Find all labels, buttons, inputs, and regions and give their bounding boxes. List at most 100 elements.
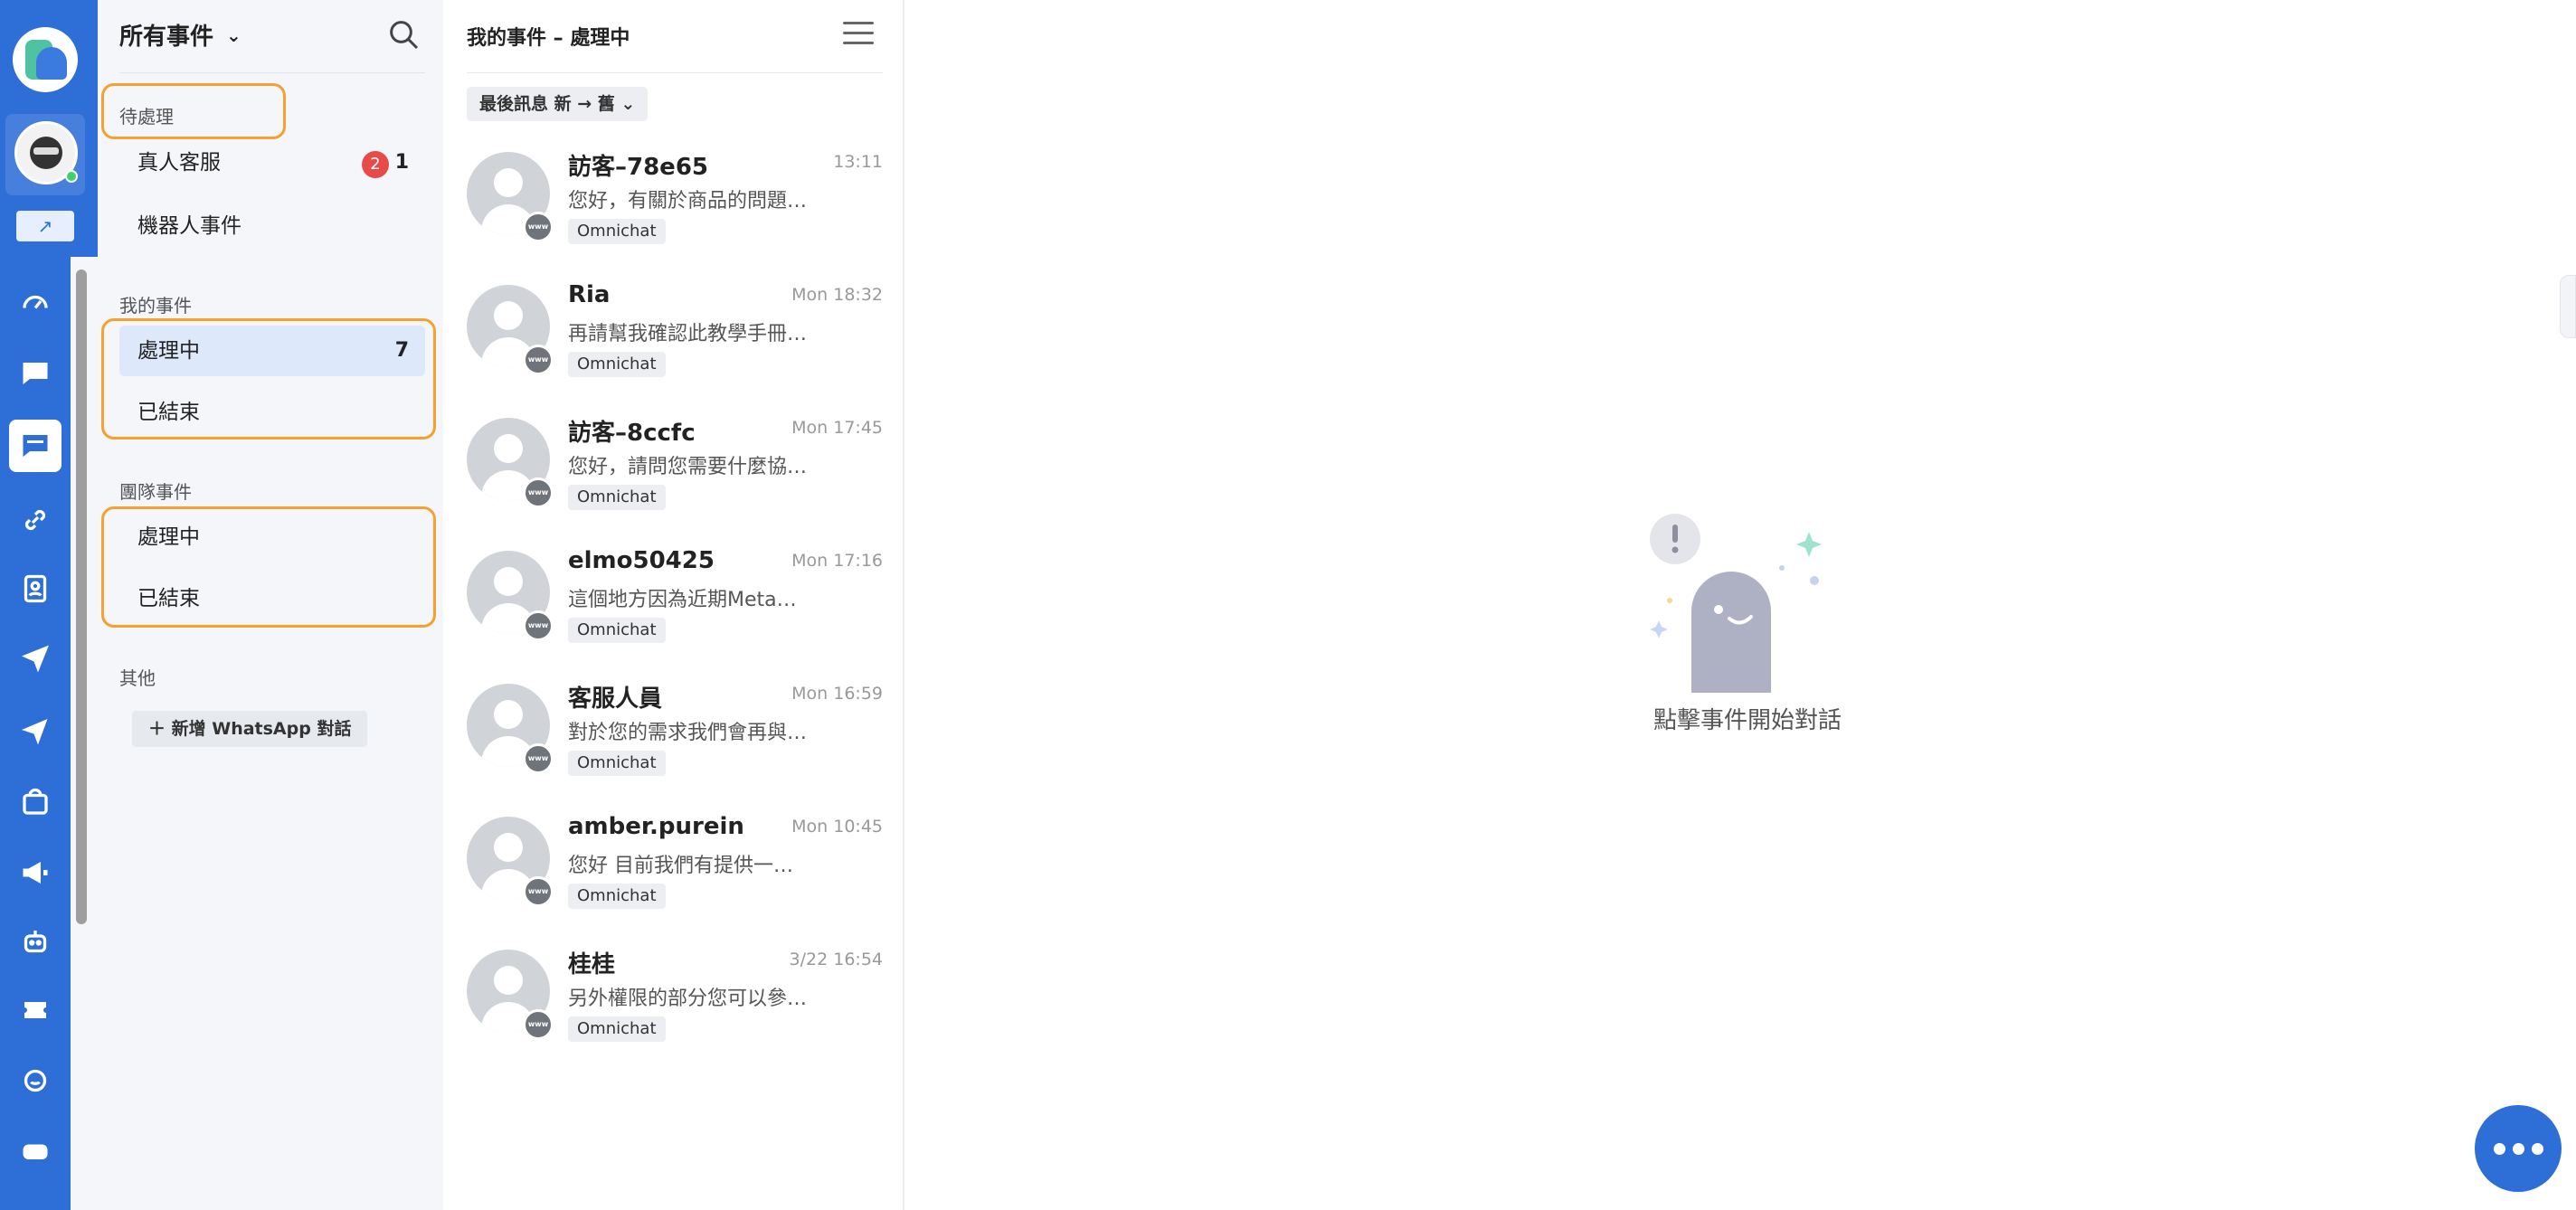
list-title: 我的事件 – 處理中 (467, 27, 630, 50)
game-icon[interactable] (9, 1125, 62, 1177)
nav-title: 所有事件 (119, 24, 214, 51)
web-channel-icon: www (523, 1009, 554, 1040)
message-preview: 再請幫我確認此教學手冊… (568, 323, 808, 345)
contact-name: 訪客–8ccfc (568, 420, 696, 447)
rail-scrollbar[interactable] (76, 269, 87, 924)
channel-tag: Omnichat (568, 485, 666, 510)
link-icon[interactable] (9, 494, 62, 546)
message-time: 13:11 (833, 152, 883, 172)
contacts-icon[interactable] (9, 562, 62, 615)
menu-icon[interactable] (843, 22, 874, 45)
sort-label: 最後訊息 新 → 舊 (479, 94, 615, 114)
chat-widget-button[interactable] (2475, 1105, 2562, 1192)
nav-item-live-agent[interactable]: 真人客服 2 1 (119, 137, 425, 188)
divider (119, 72, 425, 73)
nav-item-label: 處理中 (137, 339, 200, 363)
contact-name: amber.purein (568, 813, 744, 840)
event-nav-panel: 所有事件 ⌄ 待處理 真人客服 2 1 機器人事件 我的事件 處理中 7 已結束… (98, 0, 443, 1210)
ticket-icon[interactable] (9, 984, 62, 1036)
unread-badge: 2 (362, 151, 389, 178)
web-channel-icon: www (523, 345, 554, 375)
nav-item-label: 機器人事件 (137, 214, 242, 238)
megaphone-icon[interactable] (9, 846, 62, 899)
channel-tag: Omnichat (568, 352, 666, 377)
add-whatsapp-conversation-button[interactable]: ＋ 新增 WhatsApp 對話 (132, 711, 368, 747)
message-time: Mon 16:59 (791, 684, 883, 704)
message-time: Mon 18:32 (791, 285, 883, 305)
message-time: Mon 17:45 (791, 418, 883, 438)
channel-tag: Omnichat (568, 884, 666, 909)
nav-item-mine-closed[interactable]: 已結束 (119, 387, 425, 438)
search-icon[interactable] (385, 16, 421, 52)
channel-tag: Omnichat (568, 751, 666, 776)
app-root: ↗ 所有事件 ⌄ 待處理 真人客服 2 1 機器人事件 我的事件 處理中 7 已… (0, 0, 2576, 1210)
message-preview: 對於您的需求我們會再與… (568, 722, 808, 744)
conversation-item[interactable]: www Ria Mon 18:32 再請幫我確認此教學手冊… Omnichat (467, 269, 883, 395)
user-profile[interactable] (5, 114, 85, 195)
nav-item-label: 真人客服 (137, 151, 221, 175)
contact-name: 訪客–78e65 (568, 154, 708, 181)
online-status-dot (65, 170, 78, 183)
chevron-down-icon: ⌄ (226, 24, 242, 46)
section-label-pending: 待處理 (119, 106, 174, 128)
contact-name: elmo50425 (568, 547, 715, 574)
nav-item-mine-processing[interactable]: 處理中 7 (119, 326, 425, 376)
chevron-down-icon: ⌄ (620, 94, 636, 114)
omnichat-logo[interactable] (13, 27, 78, 92)
channel-tag: Omnichat (568, 618, 666, 643)
dashboard-icon[interactable] (9, 275, 62, 327)
agent-icon[interactable] (9, 1054, 62, 1107)
message-preview: 您好，有關於商品的問題… (568, 190, 808, 213)
conversation-item[interactable]: www 桂桂 3/22 16:54 另外權限的部分您可以參… Omnichat (467, 933, 883, 1060)
empty-state-illustration (1650, 514, 1822, 693)
message-preview: 另外權限的部分您可以參… (568, 988, 808, 1010)
conversation-item[interactable]: www amber.purein Mon 10:45 您好 目前我們有提供一… Omni… (467, 800, 883, 927)
web-channel-icon: www (523, 477, 554, 508)
section-label-mine: 我的事件 (119, 295, 192, 317)
nav-item-team-closed[interactable]: 已結束 (119, 573, 425, 624)
chat-icon[interactable] (9, 347, 62, 400)
message-time: Mon 10:45 (791, 817, 883, 837)
plus-icon: ＋ (148, 719, 172, 739)
nav-item-count: 7 (394, 339, 409, 362)
web-channel-icon: www (523, 212, 554, 242)
rail-header: ↗ (0, 0, 98, 257)
trend-icon[interactable]: ↗ (16, 211, 74, 241)
web-channel-icon: www (523, 743, 554, 774)
web-channel-icon: www (523, 610, 554, 641)
broadcast-send-icon[interactable] (9, 704, 62, 756)
channel-tag: Omnichat (568, 1016, 666, 1042)
nav-item-label: 處理中 (137, 525, 200, 549)
conversation-item[interactable]: www elmo50425 Mon 17:16 這個地方因為近期Meta… Omnich… (467, 534, 883, 661)
section-label-team: 團隊事件 (119, 481, 192, 503)
web-channel-icon: www (523, 876, 554, 907)
sort-dropdown[interactable]: 最後訊息 新 → 舊 ⌄ (467, 87, 649, 121)
channel-tag: Omnichat (568, 219, 666, 244)
message-time: 3/22 16:54 (789, 950, 883, 969)
contact-name: 桂桂 (568, 951, 616, 978)
contact-name: Ria (568, 281, 611, 308)
nav-item-bot-events[interactable]: 機器人事件 (119, 201, 425, 251)
conversation-item[interactable]: www 客服人員 Mon 16:59 對於您的需求我們會再與… Omnichat (467, 667, 883, 794)
divider (467, 72, 883, 73)
message-time: Mon 17:16 (791, 551, 883, 571)
bot-icon[interactable] (9, 915, 62, 968)
nav-item-label: 已結束 (137, 587, 200, 610)
message-preview: 您好，請問您需要什麼協… (568, 456, 808, 478)
add-whatsapp-label: 新增 WhatsApp 對話 (171, 719, 352, 739)
message-preview: 這個地方因為近期Meta… (568, 589, 797, 611)
store-icon[interactable] (9, 776, 62, 828)
nav-item-count: 1 (394, 151, 409, 174)
event-filter-dropdown[interactable]: 所有事件 ⌄ (119, 18, 242, 52)
message-preview: 您好 目前我們有提供一… (568, 855, 793, 877)
conversation-item[interactable]: www 訪客–8ccfc Mon 17:45 您好，請問您需要什麼協… Omnichat (467, 402, 883, 528)
conversation-item[interactable]: www 訪客–78e65 13:11 您好，有關於商品的問題… Omnichat (467, 136, 883, 262)
nav-item-label: 已結束 (137, 401, 200, 424)
chat-active-icon[interactable] (9, 420, 62, 472)
nav-item-team-processing[interactable]: 處理中 (119, 512, 425, 562)
send-icon[interactable] (9, 631, 62, 684)
side-panel-toggle[interactable] (2560, 275, 2576, 338)
section-label-other: 其他 (119, 667, 156, 689)
empty-state-text: 點擊事件開始對話 (1653, 707, 1842, 734)
contact-name: 客服人員 (568, 685, 663, 713)
